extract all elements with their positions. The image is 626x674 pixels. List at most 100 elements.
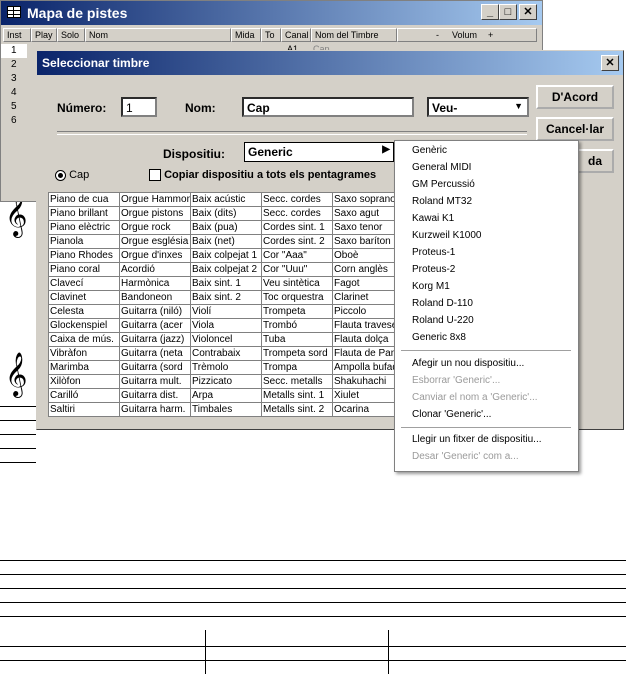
col-header-solo[interactable]: Solo — [57, 28, 85, 42]
menu-item-device[interactable]: General MIDI — [412, 162, 471, 174]
instrument-cell[interactable]: Saltiri — [48, 402, 120, 417]
instrument-cell[interactable]: Piano de cua — [48, 192, 120, 207]
instrument-cell[interactable]: Pizzicato — [190, 374, 262, 389]
instrument-cell[interactable]: Guitarra mult. — [119, 374, 191, 389]
instrument-cell[interactable]: Piano Rhodes — [48, 248, 120, 263]
instrument-cell[interactable]: Baix (dits) — [190, 206, 262, 221]
instrument-cell[interactable]: Orgue església — [119, 234, 191, 249]
col-header-inst[interactable]: Inst — [3, 28, 31, 42]
instrument-cell[interactable]: Toc orquestra — [261, 290, 333, 305]
col-header-nom[interactable]: Nom — [85, 28, 231, 42]
instrument-cell[interactable]: Trombó — [261, 318, 333, 333]
instrument-cell[interactable]: Piano elèctric — [48, 220, 120, 235]
instrument-cell[interactable]: Secc. cordes — [261, 192, 333, 207]
col-header-canal[interactable]: Canal — [281, 28, 311, 42]
menu-item-device[interactable]: Roland D-110 — [412, 298, 473, 310]
instrument-cell[interactable]: Piccolo — [332, 304, 404, 319]
instrument-cell[interactable]: Metalls sint. 2 — [261, 402, 333, 417]
dacord-button[interactable]: D'Acord — [536, 85, 614, 109]
instrument-cell[interactable]: Saxo soprano — [332, 192, 404, 207]
instrument-cell[interactable]: Baix colpejat 1 — [190, 248, 262, 263]
instrument-cell[interactable]: Piano brillant — [48, 206, 120, 221]
cancel-button[interactable]: Cancel·lar — [536, 117, 614, 141]
instrument-cell[interactable]: Baix sint. 1 — [190, 276, 262, 291]
instrument-cell[interactable]: Orgue pistons — [119, 206, 191, 221]
copy-device-checkbox[interactable]: Copiar dispositiu a tots els pentagrames — [149, 169, 376, 182]
menu-item-device[interactable]: Kawai K1 — [412, 213, 454, 225]
menu-item-clone-device[interactable]: Clonar 'Generic'... — [412, 409, 491, 421]
menu-item-save-device-as[interactable]: Desar 'Generic' com a... — [412, 451, 519, 463]
instrument-cell[interactable]: Violoncel — [190, 332, 262, 347]
col-header-play[interactable]: Play — [31, 28, 57, 42]
track-row-number[interactable]: 3 — [1, 72, 27, 86]
instrument-cell[interactable]: Guitarra (niló) — [119, 304, 191, 319]
track-row-number[interactable]: 4 — [1, 86, 27, 100]
instrument-cell[interactable]: Guitarra (sord — [119, 360, 191, 375]
instrument-cell[interactable]: Clavinet — [48, 290, 120, 305]
track-row-number[interactable]: 2 — [1, 58, 27, 72]
menu-item-device[interactable]: Genèric — [412, 145, 447, 157]
minimize-button[interactable]: _ — [481, 4, 499, 20]
col-header-timbre[interactable]: Nom del Timbre — [311, 28, 397, 42]
instrument-cell[interactable]: Saxo tenor — [332, 220, 404, 235]
col-header-mida[interactable]: Mida — [231, 28, 261, 42]
instrument-cell[interactable]: Baix acústic — [190, 192, 262, 207]
menu-item-delete-device[interactable]: Esborrar 'Generic'... — [412, 375, 500, 387]
instrument-cell[interactable]: Baix (pua) — [190, 220, 262, 235]
instrument-cell[interactable]: Fagot — [332, 276, 404, 291]
instrument-cell[interactable]: Trompeta — [261, 304, 333, 319]
instrument-cell[interactable]: Xilòfon — [48, 374, 120, 389]
instrument-cell[interactable]: Flauta de Pan — [332, 346, 404, 361]
instrument-cell[interactable]: Acordió — [119, 262, 191, 277]
instrument-cell[interactable]: Oboè — [332, 248, 404, 263]
instrument-cell[interactable]: Ocarina — [332, 402, 404, 417]
instrument-cell[interactable]: Piano coral — [48, 262, 120, 277]
instrument-cell[interactable]: Secc. metalls — [261, 374, 333, 389]
instrument-cell[interactable]: Trèmolo — [190, 360, 262, 375]
instrument-cell[interactable]: Saxo baríton — [332, 234, 404, 249]
instrument-cell[interactable]: Tuba — [261, 332, 333, 347]
nom-input[interactable]: Cap — [242, 97, 414, 117]
menu-item-read-device-file[interactable]: Llegir un fitxer de dispositiu... — [412, 434, 542, 446]
instrument-cell[interactable]: Xiulet — [332, 388, 404, 403]
instrument-cell[interactable]: Guitarra (neta — [119, 346, 191, 361]
instrument-cell[interactable]: Guitarra (acer — [119, 318, 191, 333]
instrument-cell[interactable]: Flauta dolça — [332, 332, 404, 347]
instrument-cell[interactable]: Trompa — [261, 360, 333, 375]
instrument-cell[interactable]: Cor "Uuu" — [261, 262, 333, 277]
instrument-cell[interactable]: Veu sintètica — [261, 276, 333, 291]
instrument-cell[interactable]: Orgue rock — [119, 220, 191, 235]
instrument-cell[interactable]: Guitarra harm. — [119, 402, 191, 417]
dispositiu-select[interactable]: Generic ▶ — [244, 142, 394, 162]
menu-item-add-device[interactable]: Afegir un nou dispositiu... — [412, 358, 524, 370]
instrument-cell[interactable]: Guitarra (jazz) — [119, 332, 191, 347]
instrument-cell[interactable]: Carilló — [48, 388, 120, 403]
menu-item-device[interactable]: Kurzweil K1000 — [412, 230, 481, 242]
menu-item-rename-device[interactable]: Canviar el nom a 'Generic'... — [412, 392, 538, 404]
instrument-cell[interactable]: Cor "Aaa" — [261, 248, 333, 263]
menu-item-device[interactable]: Roland U-220 — [412, 315, 474, 327]
instrument-cell[interactable]: Cordes sint. 2 — [261, 234, 333, 249]
instrument-cell[interactable]: Baix sint. 2 — [190, 290, 262, 305]
track-row-number[interactable]: 1 — [1, 44, 27, 58]
numero-input[interactable]: 1 — [121, 97, 157, 117]
menu-item-device[interactable]: Generic 8x8 — [412, 332, 466, 344]
track-row-number[interactable]: 5 — [1, 100, 27, 114]
col-header-to[interactable]: To — [261, 28, 281, 42]
menu-item-device[interactable]: GM Percussió — [412, 179, 475, 191]
menu-item-device[interactable]: Proteus-2 — [412, 264, 455, 276]
instrument-cell[interactable]: Trompeta sord — [261, 346, 333, 361]
instrument-cell[interactable]: Pianola — [48, 234, 120, 249]
menu-item-device[interactable]: Proteus-1 — [412, 247, 455, 259]
instrument-cell[interactable]: Flauta travesera — [332, 318, 404, 333]
instrument-cell[interactable]: Saxo agut — [332, 206, 404, 221]
instrument-cell[interactable]: Contrabaix — [190, 346, 262, 361]
close-button[interactable]: ✕ — [519, 4, 537, 20]
instrument-cell[interactable]: Timbales — [190, 402, 262, 417]
instrument-cell[interactable]: Corn anglès — [332, 262, 404, 277]
instrument-cell[interactable]: Vibràfon — [48, 346, 120, 361]
instrument-cell[interactable]: Viola — [190, 318, 262, 333]
instrument-cell[interactable]: Baix (net) — [190, 234, 262, 249]
instrument-cell[interactable]: Clarinet — [332, 290, 404, 305]
instrument-cell[interactable]: Clavecí — [48, 276, 120, 291]
